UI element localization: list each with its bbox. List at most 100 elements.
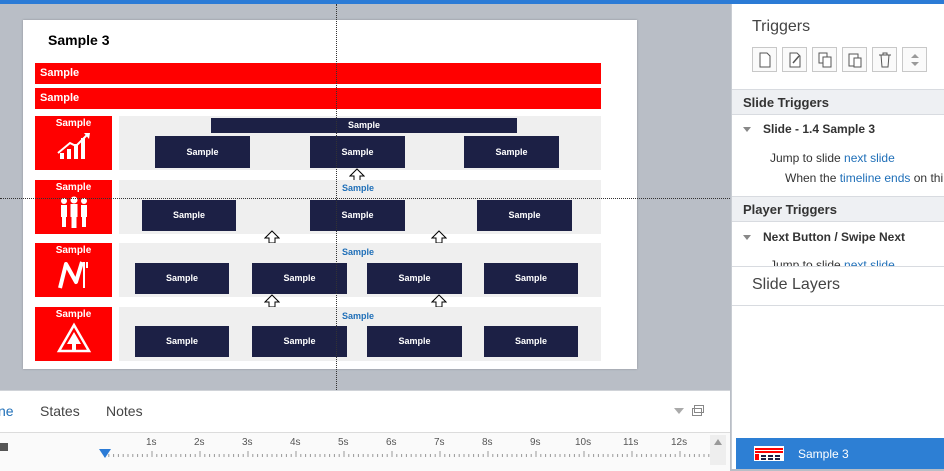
panel-menu-chevron-icon[interactable] bbox=[674, 408, 684, 414]
slide-trigger-condition[interactable]: When the timeline ends on thi bbox=[785, 171, 944, 185]
row-3-tile-label: Sample bbox=[55, 245, 92, 256]
vertical-guide-line[interactable] bbox=[336, 4, 337, 390]
lock-icon[interactable] bbox=[0, 439, 8, 451]
ruler-label: 9s bbox=[530, 437, 541, 448]
slide-trigger-group[interactable]: Slide - 1.4 Sample 3 bbox=[732, 122, 944, 136]
row-2-box-3[interactable]: Sample bbox=[477, 200, 572, 231]
timeline-panel: ne States Notes 1s 2s 3s 4s 5s 6s 7s 8s … bbox=[0, 390, 730, 471]
row-1-box-1[interactable]: Sample bbox=[155, 136, 250, 168]
row-3-label[interactable]: Sample bbox=[342, 247, 374, 257]
slide-trigger-group-label: Slide - 1.4 Sample 3 bbox=[763, 122, 876, 136]
collapse-triangle-icon[interactable] bbox=[743, 235, 751, 241]
row-1-box-2[interactable]: Sample bbox=[310, 136, 405, 168]
up-arrow-icon[interactable] bbox=[431, 294, 447, 308]
row-2-tile-label: Sample bbox=[55, 182, 92, 193]
up-arrow-icon[interactable] bbox=[264, 294, 280, 308]
red-bar-2[interactable]: Sample bbox=[35, 88, 601, 109]
slide-trigger-action-text: Jump to slide bbox=[770, 151, 845, 165]
slide-triggers-header[interactable]: Slide Triggers bbox=[732, 89, 944, 115]
team-people-icon bbox=[60, 196, 87, 228]
panel-restore-icon[interactable] bbox=[692, 405, 704, 416]
slide-layers-title: Slide Layers bbox=[752, 276, 841, 293]
new-trigger-icon bbox=[759, 52, 771, 68]
condition-prefix: When the bbox=[785, 171, 840, 185]
row-2-box-2[interactable]: Sample bbox=[310, 200, 405, 231]
row-4-box-1[interactable]: Sample bbox=[135, 326, 229, 357]
ruler-label: 1s bbox=[146, 437, 157, 448]
next-slide-link[interactable]: next slide bbox=[844, 258, 895, 266]
row-3-box-4[interactable]: Sample bbox=[484, 263, 578, 294]
next-slide-link[interactable]: next slide bbox=[844, 151, 895, 165]
row-2-box-1[interactable]: Sample bbox=[142, 200, 236, 231]
row-4-tile-label: Sample bbox=[55, 309, 92, 320]
row-4-label[interactable]: Sample bbox=[342, 311, 374, 321]
row-2-label[interactable]: Sample bbox=[342, 183, 374, 193]
timeline-ends-link[interactable]: timeline ends bbox=[840, 171, 911, 185]
slide-thumbnail-icon bbox=[754, 446, 784, 461]
copy-trigger-button[interactable] bbox=[812, 47, 837, 72]
ruler-label: 11s bbox=[623, 437, 639, 448]
tab-states[interactable]: States bbox=[40, 403, 80, 419]
timeline-ruler[interactable]: 1s 2s 3s 4s 5s 6s 7s 8s 9s 10s 11s 12s bbox=[0, 432, 730, 471]
ruler-label: 3s bbox=[242, 437, 253, 448]
ruler-label: 5s bbox=[338, 437, 349, 448]
delete-trigger-button[interactable] bbox=[872, 47, 897, 72]
row-3-box-1[interactable]: Sample bbox=[135, 263, 229, 294]
scroll-up-icon[interactable] bbox=[714, 439, 722, 445]
player-trigger-action[interactable]: Jump to slide next slide bbox=[770, 258, 944, 266]
new-trigger-button[interactable] bbox=[752, 47, 777, 72]
player-trigger-action-text: Jump to slide bbox=[770, 258, 845, 266]
move-trigger-button[interactable] bbox=[902, 47, 927, 72]
pyramid-icon bbox=[56, 322, 91, 353]
row-4-box-3[interactable]: Sample bbox=[367, 326, 462, 357]
row-3-tile[interactable]: Sample bbox=[35, 243, 112, 297]
up-arrow-icon[interactable] bbox=[431, 230, 447, 244]
paste-trigger-button[interactable] bbox=[842, 47, 867, 72]
layer-item-label: Sample 3 bbox=[798, 447, 849, 461]
row-1-tile[interactable]: Sample bbox=[35, 116, 112, 170]
row-1-tile-label: Sample bbox=[55, 118, 92, 129]
row-3-box-2[interactable]: Sample bbox=[252, 263, 347, 294]
horizontal-guide-line[interactable] bbox=[0, 198, 730, 199]
ruler-label: 8s bbox=[482, 437, 493, 448]
row-4-box-2[interactable]: Sample bbox=[252, 326, 347, 357]
player-triggers-header[interactable]: Player Triggers bbox=[732, 196, 944, 222]
player-trigger-group[interactable]: Next Button / Swipe Next bbox=[732, 230, 944, 244]
tab-timeline[interactable]: ne bbox=[0, 403, 14, 419]
red-bar-1[interactable]: Sample bbox=[35, 63, 601, 84]
edit-trigger-icon bbox=[789, 52, 801, 68]
triggers-panel: Triggers Slide Triggers Slide - 1.4 Samp… bbox=[731, 4, 944, 469]
player-trigger-group-label: Next Button / Swipe Next bbox=[763, 230, 906, 244]
row-1-box-3[interactable]: Sample bbox=[464, 136, 559, 168]
row-2-tile[interactable]: Sample bbox=[35, 180, 112, 234]
nutrition-icon bbox=[57, 261, 88, 289]
slide-trigger-action[interactable]: Jump to slide next slide bbox=[770, 151, 944, 165]
copy-icon bbox=[818, 52, 832, 68]
triggers-title: Triggers bbox=[752, 18, 811, 35]
row-3-box-3[interactable]: Sample bbox=[367, 263, 462, 294]
move-up-down-icon bbox=[911, 54, 919, 66]
slide-title[interactable]: Sample 3 bbox=[48, 32, 109, 48]
collapse-triangle-icon[interactable] bbox=[743, 127, 751, 133]
ruler-label: 12s bbox=[671, 437, 688, 448]
playhead[interactable] bbox=[99, 449, 111, 458]
ruler-label: 2s bbox=[194, 437, 205, 448]
ruler-ticks bbox=[104, 451, 710, 457]
row-4-tile[interactable]: Sample bbox=[35, 307, 112, 361]
tab-notes[interactable]: Notes bbox=[106, 403, 143, 419]
condition-suffix: on thi bbox=[910, 171, 944, 185]
row-1-top-bar[interactable]: Sample bbox=[211, 118, 517, 133]
row-4-box-4[interactable]: Sample bbox=[484, 326, 578, 357]
edit-trigger-button[interactable] bbox=[782, 47, 807, 72]
layer-item-sample-3[interactable]: Sample 3 bbox=[736, 438, 944, 469]
divider bbox=[732, 266, 944, 267]
delete-icon bbox=[879, 52, 891, 68]
timeline-scrollbar[interactable] bbox=[710, 435, 726, 465]
ruler-label: 7s bbox=[434, 437, 445, 448]
slide[interactable]: Sample 3 Sample Sample Sample Sample Sam… bbox=[23, 20, 637, 369]
ruler-label: 6s bbox=[386, 437, 397, 448]
paste-icon bbox=[848, 53, 862, 68]
ruler-label: 4s bbox=[290, 437, 301, 448]
ruler-label: 10s bbox=[575, 437, 592, 448]
up-arrow-icon[interactable] bbox=[264, 230, 280, 244]
